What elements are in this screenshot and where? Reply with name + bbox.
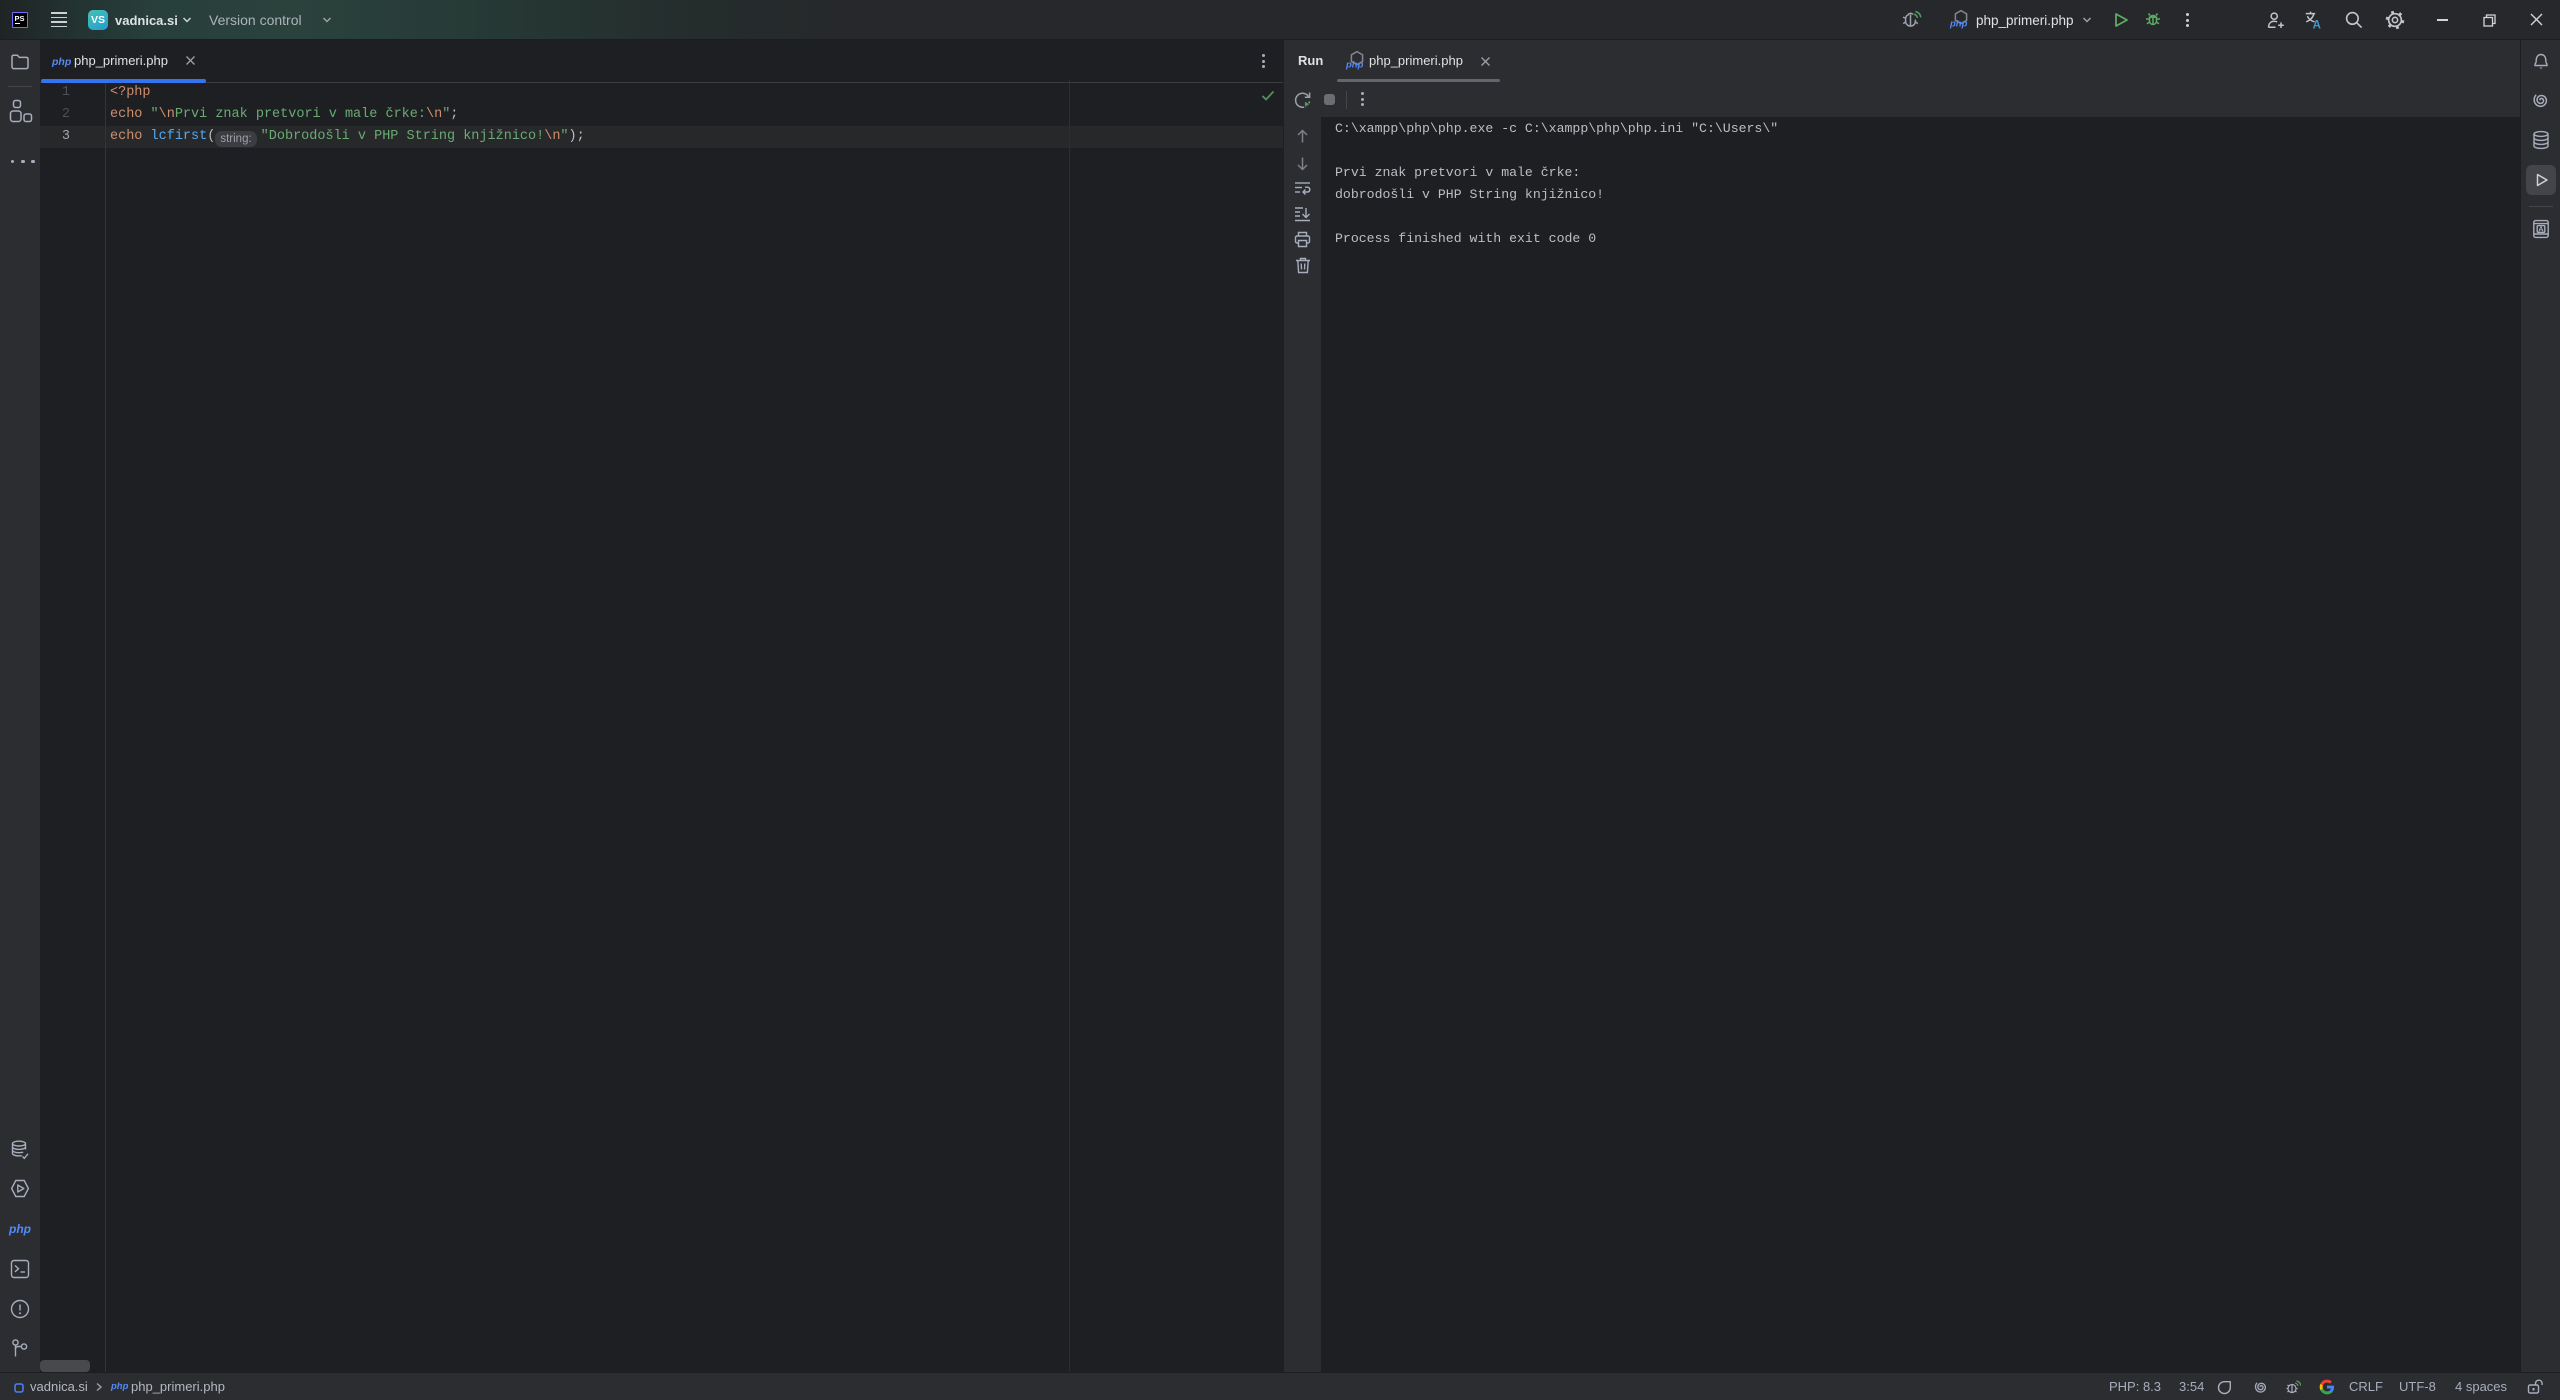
- svg-text:php: php: [1345, 60, 1364, 71]
- svg-text:A: A: [2313, 19, 2321, 30]
- svg-text:php: php: [1949, 19, 1968, 30]
- svg-text:A: A: [2538, 224, 2544, 233]
